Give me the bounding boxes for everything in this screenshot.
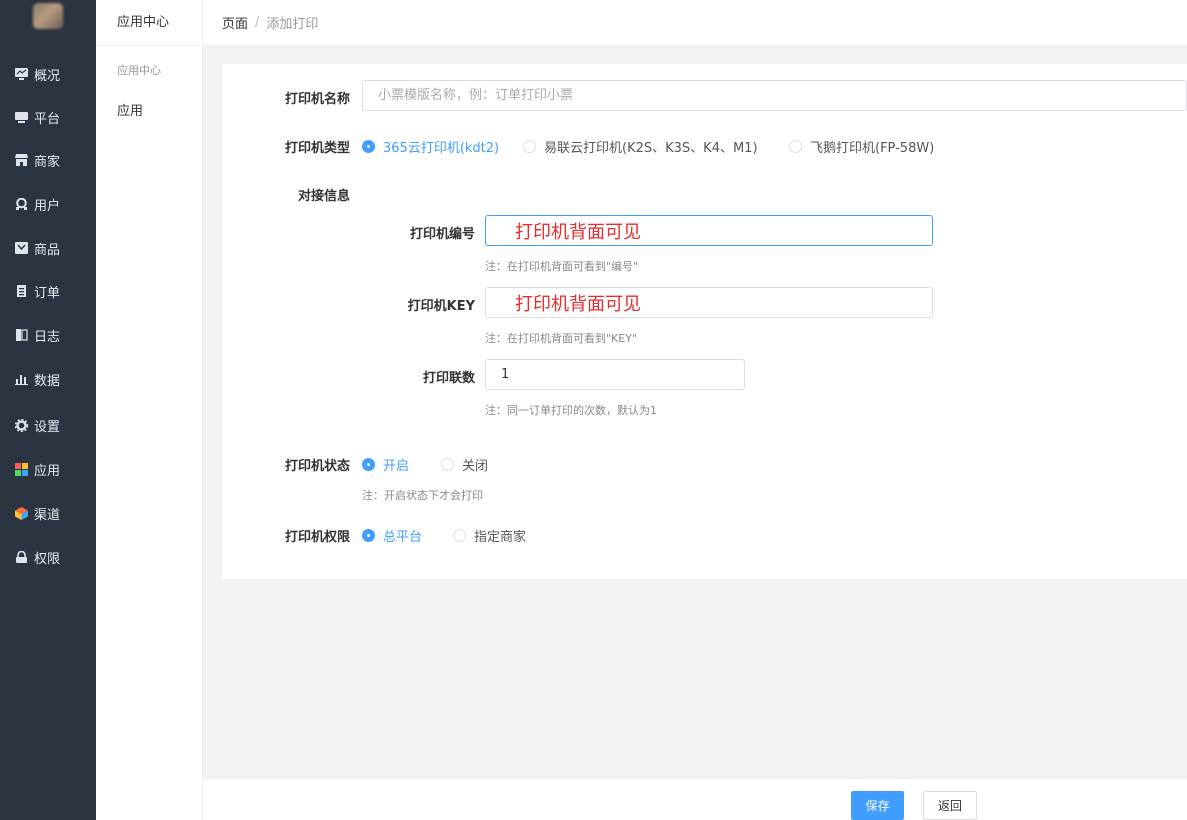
printer-key-note: 注：在打印机背面可看到"KEY" (485, 332, 638, 345)
gear-icon (14, 418, 28, 432)
radio-label: 易联云打印机(K2S、K3S、K4、M1) (544, 141, 758, 156)
integration-section-title: 对接信息 (297, 189, 350, 204)
breadcrumb-current: 添加打印 (266, 17, 319, 32)
sidebar-item-label: 设置 (34, 419, 61, 435)
printer-status-radio-on[interactable]: 开启 (362, 455, 409, 474)
printer-serial-note: 注：在打印机背面可看到"编号" (485, 260, 639, 273)
radio-dot (362, 140, 375, 153)
printer-type-radio-365[interactable]: 365云打印机(kdt2) (362, 137, 499, 156)
sidebar-item-label: 渠道 (34, 507, 61, 523)
back-button[interactable]: 返回 (923, 791, 977, 820)
store-icon (14, 153, 28, 167)
breadcrumb-root[interactable]: 页面 (222, 13, 248, 32)
sidebar-item-label: 数据 (34, 373, 61, 389)
goods-icon (14, 241, 28, 255)
printer-status-label: 打印机状态 (284, 459, 350, 474)
radio-label: 关闭 (462, 459, 489, 474)
radio-dot (789, 140, 802, 153)
printer-status-note: 注：开启状态下才会打印 (362, 489, 483, 502)
avatar[interactable] (33, 3, 63, 29)
radio-label: 开启 (383, 459, 410, 474)
sidebar-item-settings[interactable]: 设置 (0, 409, 96, 441)
radio-label: 指定商家 (474, 530, 527, 545)
log-icon (14, 328, 28, 342)
printer-type-radio-feie[interactable]: 飞鹅打印机(FP-58W) (789, 137, 934, 156)
sidebar-item-data[interactable]: 数据 (0, 363, 96, 395)
print-copies-input[interactable] (485, 359, 745, 390)
sidebar-item-permission[interactable]: 权限 (0, 541, 96, 573)
printer-name-input[interactable] (362, 80, 1187, 111)
sidebar-item-goods[interactable]: 商品 (0, 232, 96, 264)
print-copies-note: 注：同一订单打印的次数，默认为1 (485, 404, 657, 417)
sidebar-item-label: 商家 (34, 154, 61, 170)
sidebar-item-label: 用户 (34, 198, 61, 214)
subnav-item-apps[interactable]: 应用 (117, 100, 143, 119)
sidebar-item-label: 平台 (34, 111, 61, 127)
subnav-group-title: 应用中心 (117, 64, 161, 77)
main-sidebar: 概况 平台 商家 用户 商品 订单 日志 数据 设置 应用 渠道 权限 (0, 0, 96, 820)
sub-sidebar: 应用中心 应用中心 应用 (96, 0, 203, 820)
form-footer: 保存 返回 (203, 778, 1187, 820)
breadcrumb: 页面 / 添加打印 (203, 0, 1187, 46)
sidebar-item-overview[interactable]: 概况 (0, 58, 96, 90)
order-icon (14, 284, 28, 298)
printer-serial-label: 打印机编号 (409, 227, 475, 242)
sidebar-item-merchant[interactable]: 商家 (0, 144, 96, 176)
sidebar-item-apps[interactable]: 应用 (0, 453, 96, 485)
printer-form-card: 打印机名称 打印机类型 365云打印机(kdt2) 易联云打印机(K2S、K3S… (222, 64, 1187, 579)
user-icon (14, 197, 28, 211)
radio-label: 总平台 (383, 530, 423, 545)
sidebar-item-platform[interactable]: 平台 (0, 101, 96, 133)
printer-serial-input[interactable] (485, 215, 933, 246)
print-copies-label: 打印联数 (422, 371, 475, 386)
lock-icon (14, 550, 28, 564)
radio-dot (441, 458, 454, 471)
sidebar-item-label: 订单 (34, 285, 61, 301)
subnav-header: 应用中心 (96, 0, 203, 46)
printer-key-label: 打印机KEY (407, 299, 475, 314)
radio-label: 飞鹅打印机(FP-58W) (810, 141, 935, 156)
sidebar-item-log[interactable]: 日志 (0, 319, 96, 351)
chart-icon (14, 372, 28, 386)
apps-icon (14, 462, 28, 476)
printer-key-input[interactable] (485, 287, 933, 318)
sidebar-item-label: 应用 (34, 463, 61, 479)
breadcrumb-separator: / (255, 15, 260, 30)
printer-type-radio-yilianyun[interactable]: 易联云打印机(K2S、K3S、K4、M1) (523, 137, 758, 156)
platform-icon (14, 110, 28, 124)
monitor-icon (14, 67, 28, 81)
radio-dot (523, 140, 536, 153)
printer-permission-label: 打印机权限 (284, 530, 350, 545)
sidebar-item-label: 日志 (34, 329, 61, 345)
sidebar-item-label: 概况 (34, 68, 61, 84)
printer-type-label: 打印机类型 (284, 141, 350, 156)
sidebar-item-order[interactable]: 订单 (0, 275, 96, 307)
radio-dot (453, 529, 466, 542)
radio-dot (362, 529, 375, 542)
channel-icon (14, 506, 28, 520)
printer-permission-radio-merchant[interactable]: 指定商家 (453, 526, 526, 545)
radio-label: 365云打印机(kdt2) (383, 141, 500, 156)
sidebar-item-label: 商品 (34, 242, 61, 258)
printer-permission-radio-platform[interactable]: 总平台 (362, 526, 422, 545)
radio-dot (362, 458, 375, 471)
printer-status-radio-off[interactable]: 关闭 (441, 455, 488, 474)
sidebar-item-label: 权限 (34, 551, 61, 567)
sidebar-item-user[interactable]: 用户 (0, 188, 96, 220)
printer-name-label: 打印机名称 (284, 92, 350, 107)
sidebar-item-channel[interactable]: 渠道 (0, 497, 96, 529)
save-button[interactable]: 保存 (851, 791, 904, 820)
